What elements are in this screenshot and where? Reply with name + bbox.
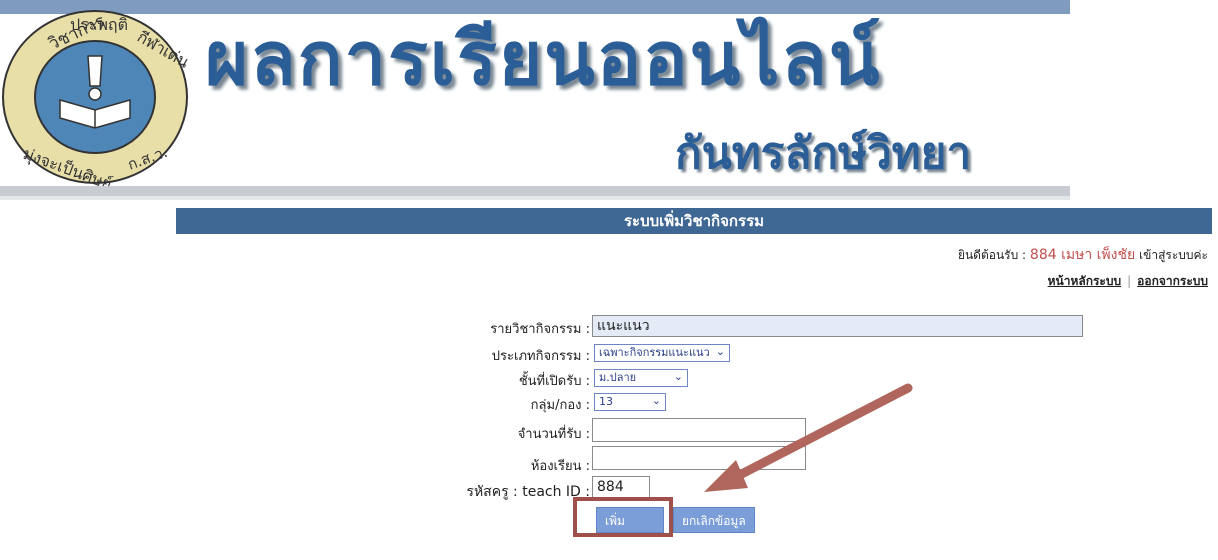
teacher-id-label: รหัสครู : teach ID : <box>466 484 590 500</box>
group-select[interactable]: 13 ⌄ <box>594 393 666 411</box>
type-select[interactable]: เฉพาะกิจกรรมแนะแนว ⌄ <box>594 344 730 362</box>
chevron-down-icon: ⌄ <box>651 394 661 407</box>
chevron-down-icon: ⌄ <box>673 370 683 383</box>
nav-separator: | <box>1127 274 1132 288</box>
header-divider-light <box>0 196 1070 200</box>
type-label: ประเภทกิจกรรม : <box>491 349 590 364</box>
school-name: กันทรลักษ์วิทยา <box>675 128 972 179</box>
logo-text-2: ประพฤติ <box>70 15 128 34</box>
type-select-value: เฉพาะกิจกรรมแนะแนว <box>599 346 710 359</box>
header-divider <box>0 186 1070 196</box>
room-label: ห้องเรียน : <box>530 459 590 474</box>
welcome-suffix: เข้าสู่ระบบค่ะ <box>1139 248 1208 262</box>
system-title: ระบบเพิ่มวิชากิจกรรม <box>623 212 765 230</box>
welcome-message: ยินดีต้อนรับ : 884 เมษา เพ็งชัย เข้าสู่ร… <box>958 244 1208 266</box>
level-select-value: ม.ปลาย <box>599 371 637 384</box>
home-link[interactable]: หน้าหลักระบบ <box>1048 274 1122 288</box>
capacity-label: จำนวนที่รับ : <box>517 427 590 442</box>
subject-input[interactable]: แนะแนว <box>592 315 1083 337</box>
subject-label: รายวิชากิจกรรม : <box>490 322 590 337</box>
chevron-down-icon: ⌄ <box>715 345 725 358</box>
app-title: ผลการเรียนออนไลน์ <box>205 16 882 102</box>
level-label: ชั้นที่เปิดรับ : <box>518 374 590 389</box>
annotation-highlight-box <box>573 497 673 537</box>
nav-links: หน้าหลักระบบ | ออกจากระบบ <box>1048 272 1208 291</box>
level-select[interactable]: ม.ปลาย ⌄ <box>594 369 688 387</box>
user-name: 884 เมษา เพ็งชัย <box>1029 247 1136 263</box>
welcome-prefix: ยินดีต้อนรับ : <box>957 248 1027 262</box>
system-title-bar: ระบบเพิ่มวิชากิจกรรม <box>176 208 1212 234</box>
cancel-button[interactable]: ยกเลิกข้อมูล <box>673 507 755 533</box>
logout-link[interactable]: ออกจากระบบ <box>1137 274 1208 288</box>
group-label: กลุ่ม/กอง : <box>530 398 590 413</box>
group-select-value: 13 <box>599 395 613 408</box>
annotation-arrow-icon <box>704 383 913 492</box>
school-emblem-logo: วิชาการ ประพฤติ กีฬาเด่น มุ่งจะเป็นศิษย์… <box>2 10 190 186</box>
